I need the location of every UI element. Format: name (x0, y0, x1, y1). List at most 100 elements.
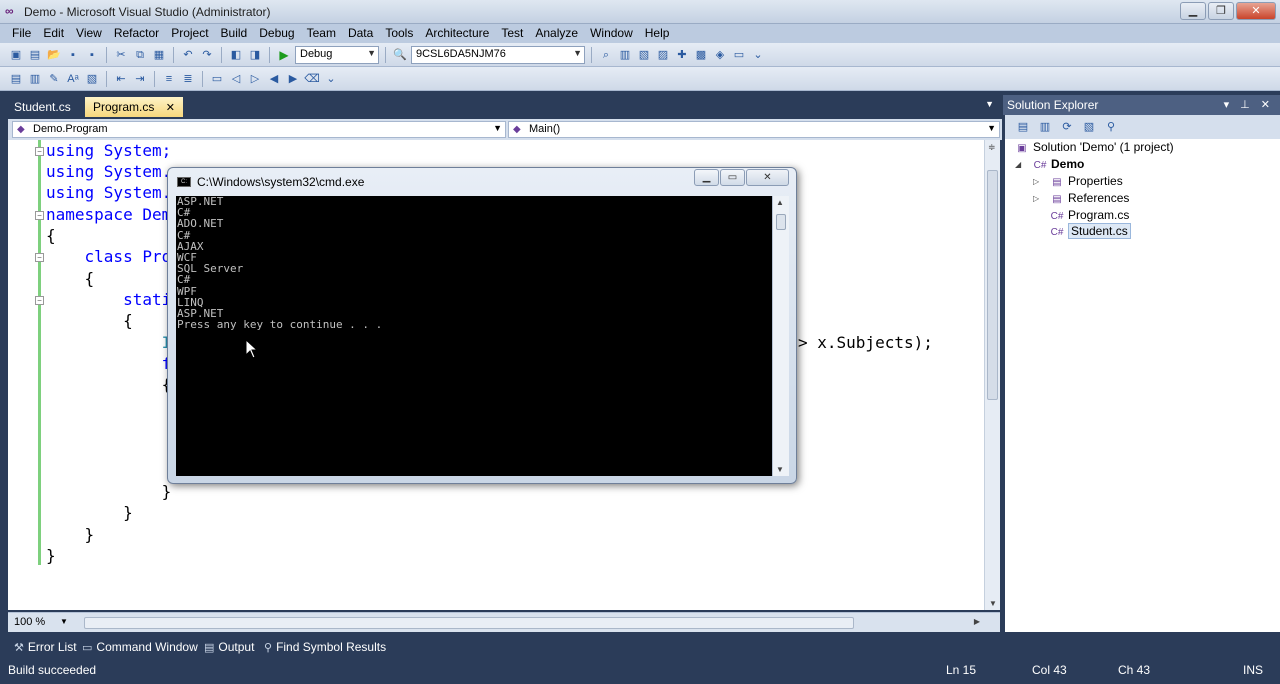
menu-data[interactable]: Data (342, 24, 379, 43)
console-minimize-button[interactable]: ▁ (694, 169, 719, 186)
decrease-indent-icon[interactable]: ⇤ (113, 71, 129, 87)
menu-test[interactable]: Test (495, 24, 529, 43)
menu-analyze[interactable]: Analyze (529, 24, 584, 43)
menu-tools[interactable]: Tools (379, 24, 419, 43)
console-close-button[interactable]: ✕ (746, 169, 789, 186)
complete-word-icon[interactable]: Aᵃ (65, 71, 81, 87)
uncomment-lines-icon[interactable]: ≣ (180, 71, 196, 87)
toggle-bookmark-icon[interactable]: ▭ (209, 71, 225, 87)
scroll-down-icon[interactable]: ▼ (989, 599, 997, 608)
close-button[interactable]: ✕ (1236, 2, 1276, 20)
scrollbar-thumb[interactable] (987, 170, 998, 400)
tree-item-properties[interactable]: ▤ Properties (1050, 174, 1122, 188)
collapse-icon[interactable]: − (35, 296, 44, 305)
tab-output[interactable]: ▤ Output (204, 640, 254, 654)
tab-student-cs[interactable]: Student.cs (6, 97, 79, 117)
tab-dropdown-icon[interactable]: ▼ (985, 99, 994, 109)
display-word-icon[interactable]: ▧ (84, 71, 100, 87)
console-scrollbar-thumb[interactable] (776, 214, 786, 230)
chevron-down-icon[interactable]: ▼ (60, 617, 68, 626)
cut-icon[interactable]: ✂ (113, 47, 129, 63)
console-maximize-button[interactable]: ▭ (720, 169, 745, 186)
view-code-icon[interactable]: ▧ (1081, 119, 1097, 135)
members-combo[interactable]: ◆ Main() ▼ (508, 121, 1000, 138)
clear-bookmarks-icon[interactable]: ⌫ (304, 71, 320, 87)
start-page-icon[interactable]: ▩ (693, 47, 709, 63)
toolbox-icon[interactable]: ✚ (674, 47, 690, 63)
collapse-icon[interactable]: − (35, 253, 44, 262)
collapse-icon[interactable]: − (35, 147, 44, 156)
member-list-icon[interactable]: ▤ (8, 71, 24, 87)
toolbar-options-icon[interactable]: ⌄ (750, 47, 766, 63)
horizontal-scrollbar-thumb[interactable] (84, 617, 854, 629)
open-folder-icon[interactable]: 📂 (46, 47, 62, 63)
zoom-level[interactable]: 100 % (14, 616, 45, 628)
types-combo[interactable]: ◆ Demo.Program ▼ (12, 121, 506, 138)
scroll-right-icon[interactable]: ▶ (974, 617, 980, 626)
restore-button[interactable]: ❐ (1208, 2, 1234, 20)
navigate-forward-icon[interactable]: ◨ (247, 47, 263, 63)
tab-error-list[interactable]: ⚒ Error List (14, 640, 77, 654)
collapsed-icon[interactable]: ▷ (1033, 177, 1039, 186)
menu-debug[interactable]: Debug (253, 24, 300, 43)
menu-file[interactable]: File (6, 24, 37, 43)
expanded-icon[interactable]: ◢ (1015, 160, 1021, 169)
paste-icon[interactable]: ▦ (151, 47, 167, 63)
menu-refactor[interactable]: Refactor (108, 24, 165, 43)
navigate-backward-icon[interactable]: ◧ (228, 47, 244, 63)
command-window-icon[interactable]: ▭ (731, 47, 747, 63)
tab-program-cs[interactable]: Program.cs ✕ (85, 97, 183, 117)
console-window[interactable]: C: C:\Windows\system32\cmd.exe ▁ ▭ ✕ ASP… (167, 167, 797, 484)
undo-icon[interactable]: ↶ (180, 47, 196, 63)
menu-help[interactable]: Help (639, 24, 676, 43)
menu-architecture[interactable]: Architecture (419, 24, 495, 43)
console-output[interactable]: ASP.NET C# ADO.NET C# AJAX WCF SQL Serve… (176, 196, 772, 476)
scroll-up-icon[interactable]: ▲ (776, 198, 784, 207)
add-item-icon[interactable]: ▤ (27, 47, 43, 63)
collapsed-icon[interactable]: ▷ (1033, 194, 1039, 203)
menu-edit[interactable]: Edit (37, 24, 70, 43)
refresh-icon[interactable]: ⟳ (1059, 119, 1075, 135)
tab-find-symbol-results[interactable]: ⚲ Find Symbol Results (264, 640, 386, 654)
parameter-info-icon[interactable]: ▥ (27, 71, 43, 87)
new-project-icon[interactable]: ▣ (8, 47, 24, 63)
show-all-files-icon[interactable]: ▥ (1037, 119, 1053, 135)
split-icon[interactable]: ≑ (988, 142, 996, 153)
quick-info-icon[interactable]: ✎ (46, 71, 62, 87)
previous-bookmark-folder-icon[interactable]: ◀ (266, 71, 282, 87)
menu-build[interactable]: Build (215, 24, 254, 43)
save-all-icon[interactable]: ▪ (84, 47, 100, 63)
minimize-button[interactable]: ▁ (1180, 2, 1206, 20)
menu-window[interactable]: Window (584, 24, 639, 43)
find-in-files-icon[interactable]: 🔍 (392, 47, 408, 63)
increase-indent-icon[interactable]: ⇥ (132, 71, 148, 87)
toolbar-options-icon[interactable]: ⌄ (323, 71, 339, 87)
next-bookmark-folder-icon[interactable]: ▶ (285, 71, 301, 87)
console-scrollbar[interactable]: ▲ ▼ (772, 196, 789, 476)
close-icon[interactable]: ✕ (166, 102, 175, 114)
start-debugging-icon[interactable]: ▶ (276, 47, 292, 63)
next-bookmark-icon[interactable]: ▷ (247, 71, 263, 87)
find-icon[interactable]: ⌕ (598, 47, 614, 63)
tree-solution[interactable]: ▣ Solution 'Demo' (1 project) (1015, 140, 1173, 154)
editor-vertical-scrollbar[interactable]: ≑ ▼ (984, 140, 1000, 610)
previous-bookmark-icon[interactable]: ◁ (228, 71, 244, 87)
comment-lines-icon[interactable]: ≡ (161, 71, 177, 87)
copy-icon[interactable]: ⧉ (132, 47, 148, 63)
properties-icon[interactable]: ▤ (1015, 119, 1031, 135)
menu-project[interactable]: Project (165, 24, 214, 43)
extension-manager-icon[interactable]: ◈ (712, 47, 728, 63)
solution-configuration-select[interactable]: Debug ▼ (295, 45, 379, 64)
save-icon[interactable]: ▪ (65, 47, 81, 63)
class-diagram-icon[interactable]: ⚲ (1103, 119, 1119, 135)
object-browser-icon[interactable]: ▨ (655, 47, 671, 63)
scroll-down-icon[interactable]: ▼ (776, 465, 784, 474)
solution-explorer-icon[interactable]: ▥ (617, 47, 633, 63)
find-combo[interactable]: 9CSL6DA5NJM76 ▼ (411, 45, 585, 64)
redo-icon[interactable]: ↷ (199, 47, 215, 63)
pane-controls[interactable]: ▾ ⊥ ✕ (1224, 98, 1274, 111)
menu-view[interactable]: View (70, 24, 108, 43)
properties-icon[interactable]: ▧ (636, 47, 652, 63)
tree-item-references[interactable]: ▤ References (1050, 191, 1129, 205)
tab-command-window[interactable]: ▭ Command Window (82, 640, 198, 654)
